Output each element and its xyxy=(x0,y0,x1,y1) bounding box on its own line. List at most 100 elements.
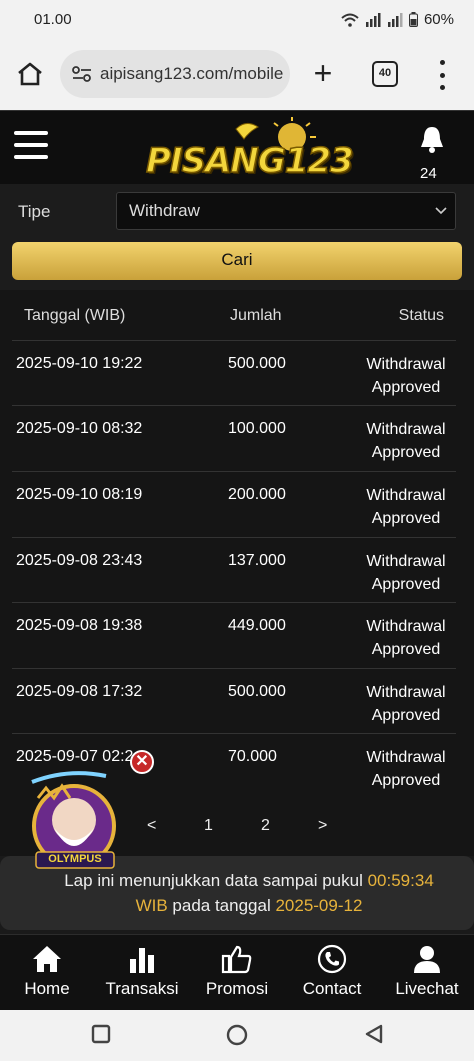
nav-transaksi-label: Transaksi xyxy=(105,979,179,998)
nav-promosi-label: Promosi xyxy=(205,979,269,998)
row-amount: 100.000 xyxy=(228,420,286,437)
recents-icon[interactable] xyxy=(91,1024,111,1044)
page-next-button[interactable]: > xyxy=(318,817,327,835)
status-line-2: Approved xyxy=(371,707,441,724)
home-circle-icon[interactable] xyxy=(226,1024,248,1046)
nav-home[interactable]: Home xyxy=(2,943,92,1007)
transaction-table: Tanggal (WIB) Jumlah Status 2025-09-10 1… xyxy=(0,290,474,800)
status-line-2: Approved xyxy=(371,379,441,396)
battery-icon xyxy=(408,12,418,27)
site-settings-icon[interactable] xyxy=(72,66,92,82)
table-row[interactable]: 2025-09-10 19:22 500.000 Withdrawal Appro… xyxy=(12,340,456,406)
system-icons: 60% xyxy=(341,11,454,28)
row-status: Withdrawal Approved xyxy=(356,746,456,792)
filter-section: Tipe Withdraw Cari xyxy=(0,184,474,290)
table-row[interactable]: 2025-09-08 19:38 449.000 Withdrawal Appro… xyxy=(12,602,456,668)
nav-home-label: Home xyxy=(24,979,70,998)
table-row[interactable]: 2025-09-10 08:19 200.000 Withdrawal Appro… xyxy=(12,471,456,537)
home-icon xyxy=(33,946,61,972)
row-date: 2025-09-10 08:32 xyxy=(16,420,143,437)
bar-chart-icon xyxy=(130,948,154,973)
row-status: Withdrawal Approved xyxy=(356,418,456,464)
nav-livechat-label: Livechat xyxy=(395,979,459,998)
table-row[interactable]: 2025-09-08 17:32 500.000 Withdrawal Appro… xyxy=(12,668,456,734)
battery-level: 60% xyxy=(423,11,454,28)
browser-menu-button[interactable] xyxy=(432,60,452,90)
row-status: Withdrawal Approved xyxy=(356,615,456,661)
nav-transaksi[interactable]: Transaksi xyxy=(97,943,187,1007)
new-tab-button[interactable]: + xyxy=(308,56,338,92)
status-line-2: Approved xyxy=(371,772,441,789)
promo-game-badge[interactable]: OLYMPUS xyxy=(28,768,128,880)
row-date: 2025-09-08 23:43 xyxy=(16,552,143,569)
chevron-down-icon xyxy=(435,207,447,215)
page-1-button[interactable]: 1 xyxy=(204,817,213,835)
status-line-2: Approved xyxy=(371,444,441,461)
note-date: 2025-09-12 xyxy=(275,896,363,915)
row-status: Withdrawal Approved xyxy=(356,484,456,530)
wifi-icon xyxy=(341,13,359,27)
status-line-2: Approved xyxy=(371,641,441,658)
table-row[interactable]: 2025-09-08 23:43 137.000 Withdrawal Appro… xyxy=(12,537,456,603)
status-line-2: Approved xyxy=(371,510,441,527)
tab-switcher-button[interactable]: 40 xyxy=(372,61,398,87)
row-amount: 137.000 xyxy=(228,552,286,569)
promo-close-button[interactable]: ✕ xyxy=(130,750,154,774)
status-line-1: Withdrawal xyxy=(366,749,446,766)
page-prev-button[interactable]: < xyxy=(147,817,156,835)
promo-badge-text: OLYMPUS xyxy=(48,853,102,865)
note-text-2: pada tanggal xyxy=(167,896,276,915)
note-time: 00:59:34 xyxy=(367,871,434,890)
bottom-navigation: Home Transaksi Promosi Contact Livechat xyxy=(0,934,474,1010)
url-text: aipisang123.com/mobile xyxy=(100,64,284,83)
app-header: PISANG123 24 xyxy=(0,110,474,184)
notification-bell-icon[interactable] xyxy=(418,125,446,155)
nav-contact[interactable]: Contact xyxy=(287,943,377,1007)
thumbs-up-icon xyxy=(221,945,252,974)
row-date: 2025-09-08 17:32 xyxy=(16,683,143,700)
row-status: Withdrawal Approved xyxy=(356,353,456,399)
row-amount: 70.000 xyxy=(228,748,277,765)
status-line-1: Withdrawal xyxy=(366,553,446,570)
note-timezone: WIB xyxy=(135,896,168,915)
status-line-1: Withdrawal xyxy=(366,356,446,373)
phone-icon xyxy=(317,944,347,974)
browser-home-button[interactable] xyxy=(14,58,46,90)
home-outline-icon xyxy=(18,62,42,86)
row-amount: 200.000 xyxy=(228,486,286,503)
address-bar[interactable]: aipisang123.com/mobile xyxy=(60,50,290,98)
note-text-1: ini menunjukkan data sampai pukul xyxy=(92,871,368,890)
table-row[interactable]: 2025-09-10 08:32 100.000 Withdrawal Appro… xyxy=(12,405,456,471)
search-button[interactable]: Cari xyxy=(12,242,462,280)
android-navigation-bar xyxy=(0,1010,474,1061)
signal-icon xyxy=(365,12,381,27)
table-header: Tanggal (WIB) Jumlah Status xyxy=(0,290,474,340)
person-icon xyxy=(414,946,440,973)
row-amount: 449.000 xyxy=(228,617,286,634)
nav-promosi[interactable]: Promosi xyxy=(192,943,282,1007)
page-2-button[interactable]: 2 xyxy=(261,817,270,835)
status-bar: 01.00 60% xyxy=(0,0,474,40)
screen: 01.00 60% aipisang123.com/mobile + 40 PI… xyxy=(0,0,474,1061)
notification-count: 24 xyxy=(420,165,437,182)
column-header-date[interactable]: Tanggal (WIB) xyxy=(24,307,125,325)
type-select[interactable]: Withdraw xyxy=(116,192,456,230)
hamburger-menu-icon[interactable] xyxy=(14,131,48,159)
column-header-status[interactable]: Status xyxy=(399,307,444,325)
type-label: Tipe xyxy=(18,202,51,221)
row-amount: 500.000 xyxy=(228,355,286,372)
row-status: Withdrawal Approved xyxy=(356,681,456,727)
type-select-value: Withdraw xyxy=(129,201,200,220)
row-date: 2025-09-10 08:19 xyxy=(16,486,143,503)
row-amount: 500.000 xyxy=(228,683,286,700)
back-triangle-icon[interactable] xyxy=(364,1024,384,1044)
status-line-2: Approved xyxy=(371,576,441,593)
site-logo[interactable]: PISANG123 xyxy=(140,117,354,183)
browser-toolbar: aipisang123.com/mobile + 40 xyxy=(0,40,474,110)
nav-livechat[interactable]: Livechat xyxy=(382,943,472,1007)
row-date: 2025-09-08 19:38 xyxy=(16,617,143,634)
logo-wordmark: PISANG123 xyxy=(145,140,354,182)
column-header-amount[interactable]: Jumlah xyxy=(230,307,282,325)
status-line-1: Withdrawal xyxy=(366,487,446,504)
nav-contact-label: Contact xyxy=(302,979,362,998)
